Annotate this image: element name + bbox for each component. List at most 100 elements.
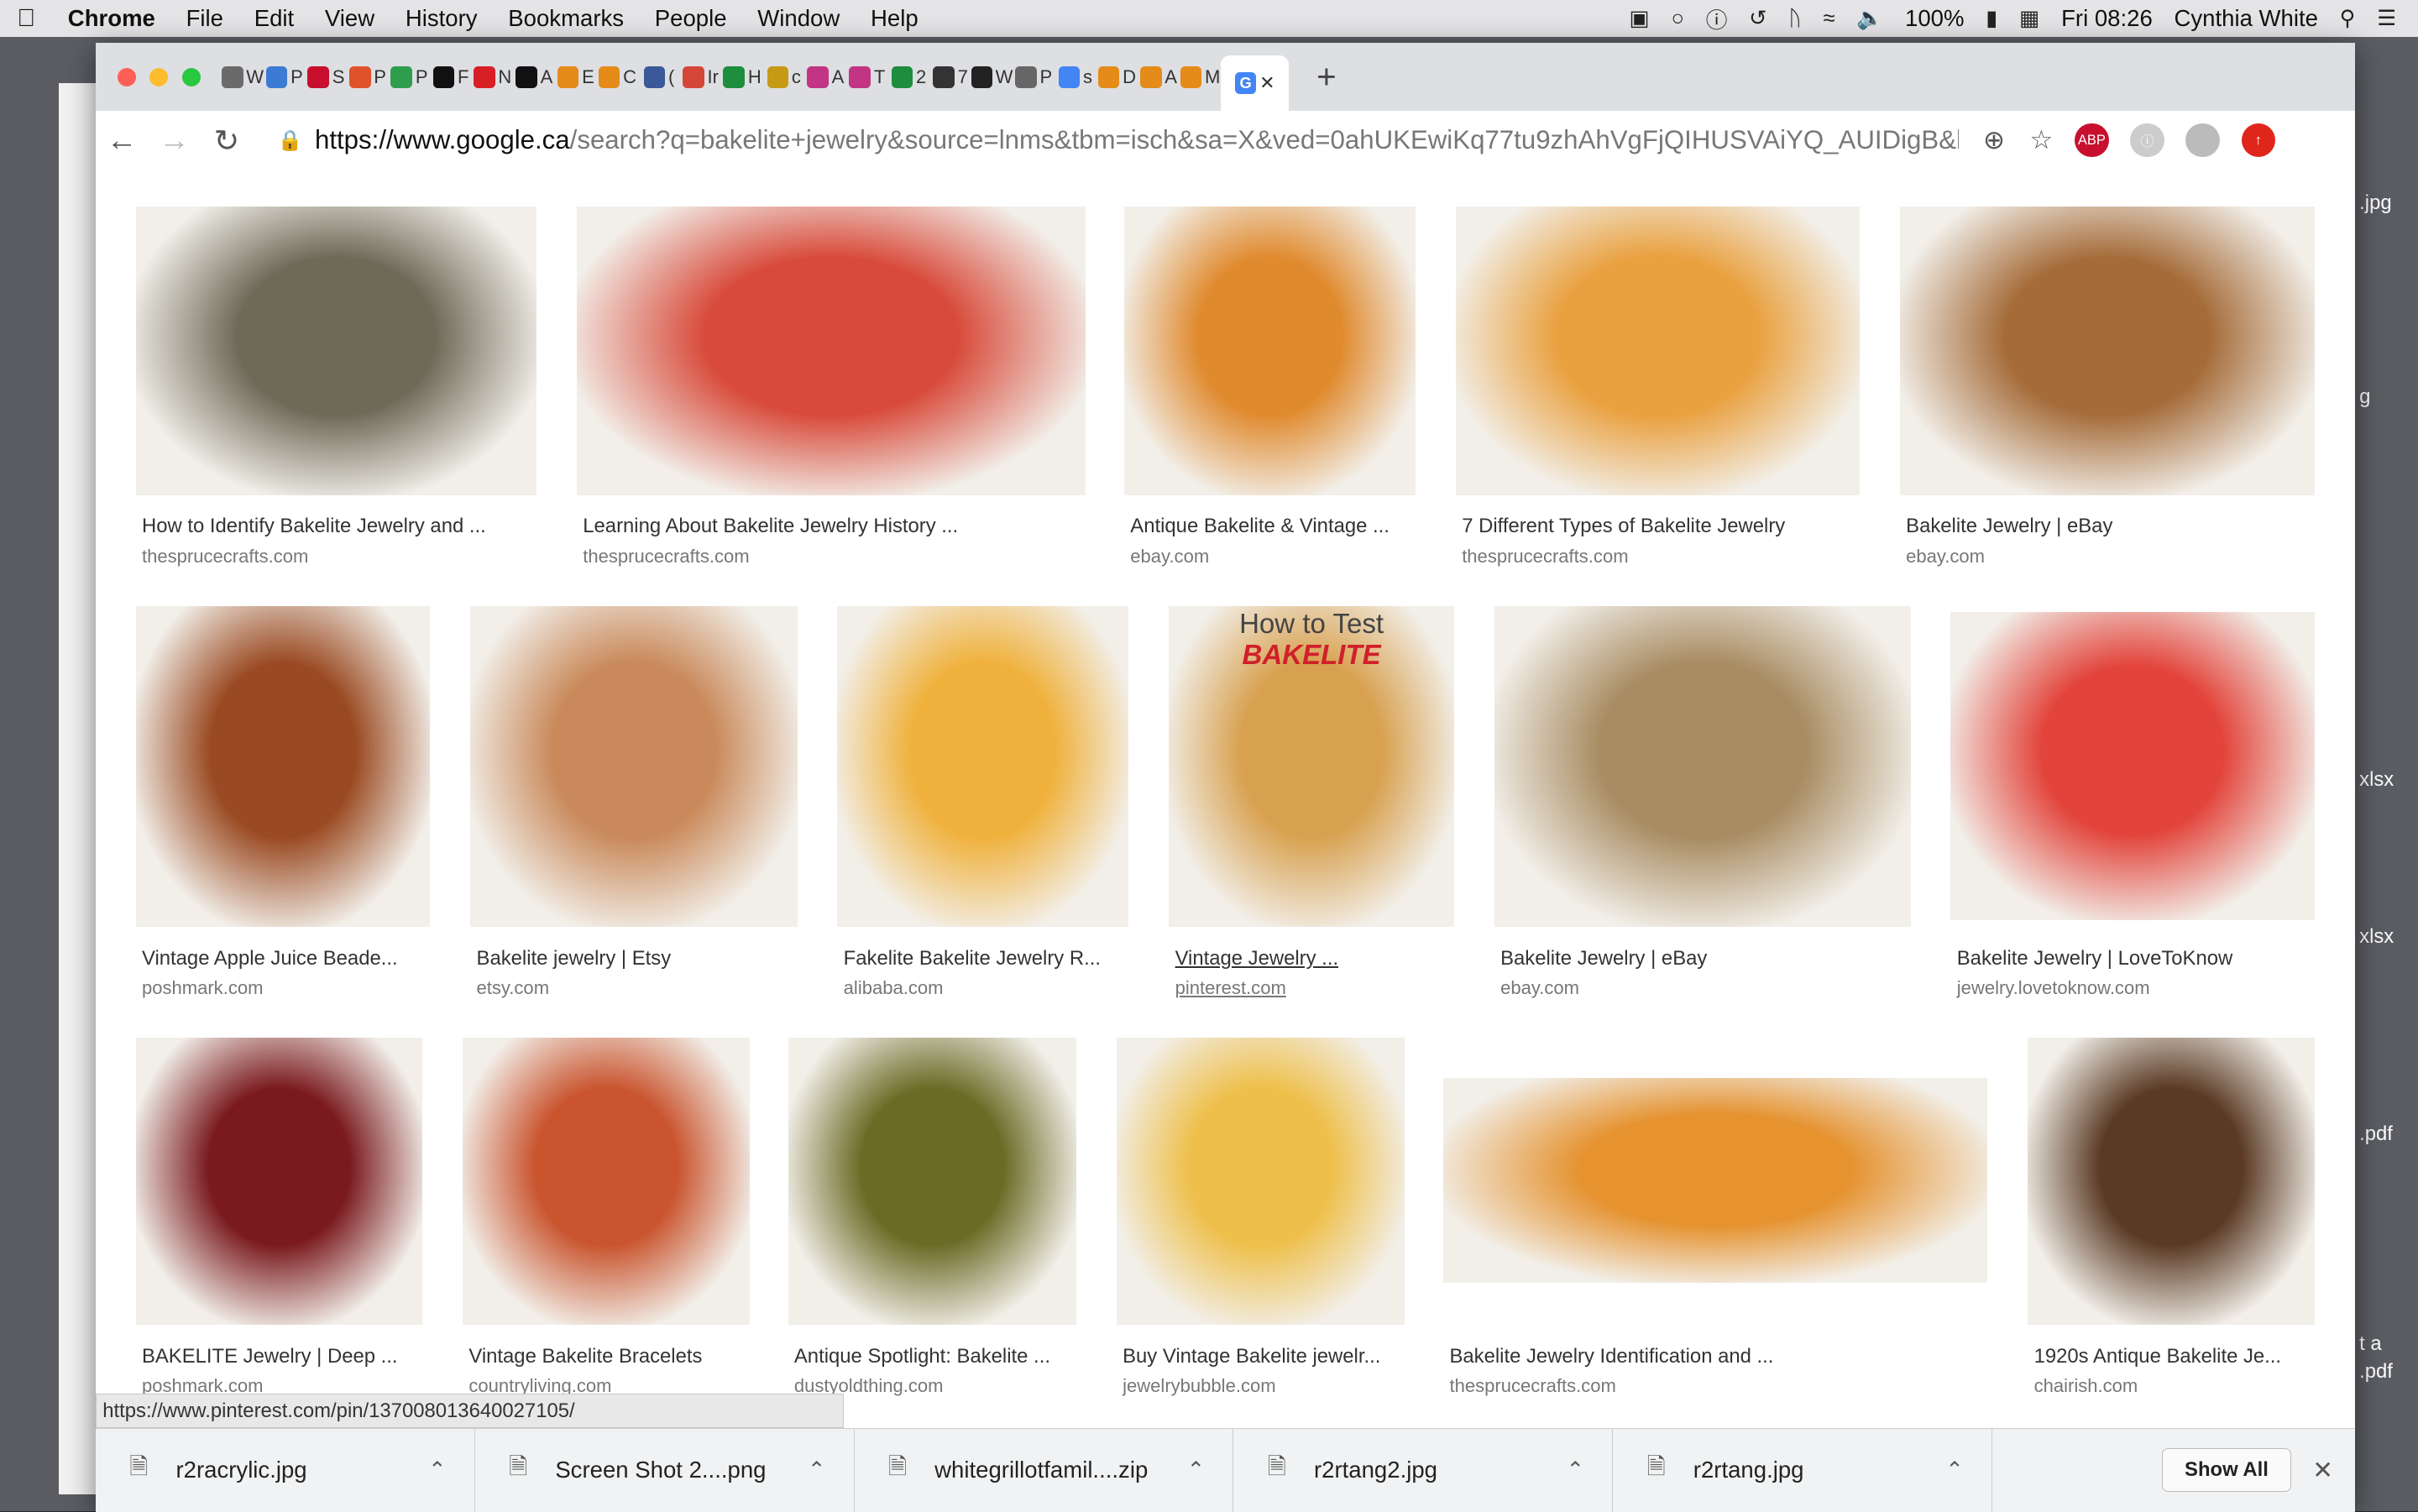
result-thumbnail[interactable]: [1116, 1038, 1405, 1325]
result-title[interactable]: Buy Vintage Bakelite jewelr...: [1123, 1345, 1380, 1368]
notification-center-icon[interactable]: ☰: [2377, 6, 2396, 31]
browser-tab[interactable]: A: [805, 55, 847, 98]
result-title[interactable]: Vintage Bakelite Bracelets: [468, 1345, 702, 1368]
result-thumbnail[interactable]: [463, 1038, 750, 1325]
tab-active-google[interactable]: G ✕: [1221, 55, 1290, 112]
result-source[interactable]: jewelry.lovetoknow.com: [1957, 977, 2150, 999]
result-thumbnail[interactable]: [135, 1038, 423, 1325]
desktop-file-label[interactable]: .jpg: [2359, 191, 2391, 215]
battery-percent[interactable]: 100%: [1905, 5, 1964, 32]
zoom-window-button[interactable]: [181, 67, 201, 86]
browser-tab[interactable]: W: [971, 55, 1013, 98]
result-title[interactable]: Bakelite Jewelry | eBay: [1500, 947, 1707, 971]
browser-tab[interactable]: A: [1138, 55, 1180, 98]
result-title[interactable]: 7 Different Types of Bakelite Jewelry: [1462, 515, 1785, 538]
result-thumbnail[interactable]: [1443, 1077, 1988, 1284]
result-source[interactable]: thesprucecrafts.com: [1462, 546, 1628, 568]
browser-tab[interactable]: S: [306, 55, 348, 98]
browser-tab[interactable]: M: [1180, 55, 1222, 98]
lock-icon[interactable]: 🔒: [278, 128, 303, 153]
close-downloads-icon[interactable]: ✕: [2312, 1456, 2333, 1485]
user-name[interactable]: Cynthia White: [2174, 5, 2317, 32]
browser-tab[interactable]: E: [555, 55, 597, 98]
result-source[interactable]: chairish.com: [2034, 1375, 2138, 1397]
result-source[interactable]: thesprucecrafts.com: [1449, 1375, 1615, 1397]
browser-tab[interactable]: C: [597, 55, 639, 98]
time-machine-icon[interactable]: ↺: [1749, 6, 1767, 31]
profile-avatar[interactable]: [2185, 123, 2220, 158]
location-icon[interactable]: ⊕: [1983, 125, 2005, 155]
info-icon[interactable]: ⓘ: [1706, 3, 1728, 34]
browser-tab[interactable]: F: [430, 55, 472, 98]
result-title[interactable]: How to Identify Bakelite Jewelry and ...: [142, 515, 486, 538]
desktop-file-label[interactable]: .pdf: [2359, 1122, 2393, 1146]
update-extension-icon[interactable]: ↑: [2241, 123, 2275, 158]
result-source[interactable]: alibaba.com: [844, 977, 944, 999]
result-source[interactable]: pinterest.com: [1175, 977, 1286, 999]
browser-tab[interactable]: D: [1096, 55, 1138, 98]
back-icon[interactable]: ←: [96, 123, 148, 158]
download-item[interactable]: 🗎 Screen Shot 2....png ⌃: [475, 1428, 855, 1512]
menu-window[interactable]: Window: [742, 5, 856, 32]
result-thumbnail[interactable]: [1455, 207, 1861, 495]
result-title[interactable]: Antique Spotlight: Bakelite ...: [794, 1345, 1050, 1368]
browser-tab[interactable]: P: [1013, 55, 1055, 98]
extension-icon[interactable]: ⓘ: [2130, 123, 2164, 158]
spotlight-search-icon[interactable]: ⚲: [2340, 6, 2356, 31]
menu-edit[interactable]: Edit: [238, 5, 309, 32]
result-title[interactable]: Learning About Bakelite Jewelry History …: [583, 515, 958, 538]
browser-tab[interactable]: c: [763, 55, 805, 98]
chevron-up-icon[interactable]: ⌃: [808, 1457, 826, 1483]
result-title[interactable]: Bakelite Jewelry | LoveToKnow: [1957, 947, 2232, 971]
result-source[interactable]: ebay.com: [1130, 546, 1209, 568]
bluetooth-icon[interactable]: ᚢ: [1788, 7, 1801, 31]
browser-tab[interactable]: P: [347, 55, 389, 98]
browser-tab[interactable]: W: [222, 55, 264, 98]
download-item[interactable]: 🗎 r2rtang.jpg ⌃: [1613, 1428, 1993, 1512]
download-item[interactable]: 🗎 r2rtang2.jpg ⌃: [1233, 1428, 1614, 1512]
address-bar[interactable]: 🔒 https://www.google.ca/search?q=bakelit…: [262, 118, 1959, 164]
close-tab-icon[interactable]: ✕: [1259, 72, 1274, 94]
wifi-icon[interactable]: ≈: [1824, 7, 1835, 31]
result-source[interactable]: jewelrybubble.com: [1123, 1375, 1275, 1397]
menu-people[interactable]: People: [639, 5, 742, 32]
show-all-downloads-button[interactable]: Show All: [2162, 1448, 2291, 1493]
browser-tab[interactable]: Ir: [680, 55, 722, 98]
result-title[interactable]: Vintage Jewelry ...: [1175, 947, 1339, 971]
browser-tab[interactable]: s: [1055, 55, 1096, 98]
chevron-up-icon[interactable]: ⌃: [1567, 1457, 1585, 1483]
menu-view[interactable]: View: [310, 5, 390, 32]
new-tab-button[interactable]: +: [1289, 57, 1337, 97]
desktop-file-label[interactable]: g: [2359, 385, 2370, 409]
result-title[interactable]: Fakelite Bakelite Jewelry R...: [844, 947, 1101, 971]
creative-cloud-icon[interactable]: ○: [1671, 7, 1684, 31]
clock[interactable]: Fri 08:26: [2061, 5, 2153, 32]
airplay-icon[interactable]: ▣: [1629, 6, 1649, 31]
result-thumbnail[interactable]: [1950, 612, 2315, 921]
forward-icon[interactable]: →: [148, 123, 200, 158]
desktop-file-label[interactable]: xlsx: [2359, 768, 2394, 792]
result-title[interactable]: Vintage Apple Juice Beade...: [142, 947, 398, 971]
result-title[interactable]: Bakelite jewelry | Etsy: [477, 947, 672, 971]
reload-icon[interactable]: ↻: [201, 123, 253, 159]
result-thumbnail[interactable]: [576, 207, 1086, 495]
result-title[interactable]: 1920s Antique Bakelite Je...: [2034, 1345, 2281, 1368]
desktop-file-label[interactable]: .pdf: [2359, 1360, 2393, 1384]
browser-tab[interactable]: P: [389, 55, 431, 98]
browser-tab[interactable]: H: [721, 55, 763, 98]
menu-bookmarks[interactable]: Bookmarks: [493, 5, 640, 32]
chevron-up-icon[interactable]: ⌃: [428, 1457, 447, 1483]
bookmark-star-icon[interactable]: ☆: [2029, 125, 2053, 155]
download-item[interactable]: 🗎 r2racrylic.jpg ⌃: [96, 1428, 475, 1512]
browser-tab[interactable]: N: [472, 55, 514, 98]
result-source[interactable]: etsy.com: [477, 977, 550, 999]
result-thumbnail[interactable]: [788, 1038, 1076, 1325]
apple-icon[interactable]: : [0, 4, 52, 33]
result-source[interactable]: thesprucecrafts.com: [583, 546, 749, 568]
result-source[interactable]: poshmark.com: [142, 977, 263, 999]
volume-icon[interactable]: 🔈: [1856, 6, 1883, 31]
download-item[interactable]: 🗎 whitegrillotfamil....zip ⌃: [855, 1428, 1234, 1512]
menu-history[interactable]: History: [390, 5, 492, 32]
desktop-file-label[interactable]: t a: [2359, 1332, 2382, 1356]
result-source[interactable]: ebay.com: [1500, 977, 1579, 999]
